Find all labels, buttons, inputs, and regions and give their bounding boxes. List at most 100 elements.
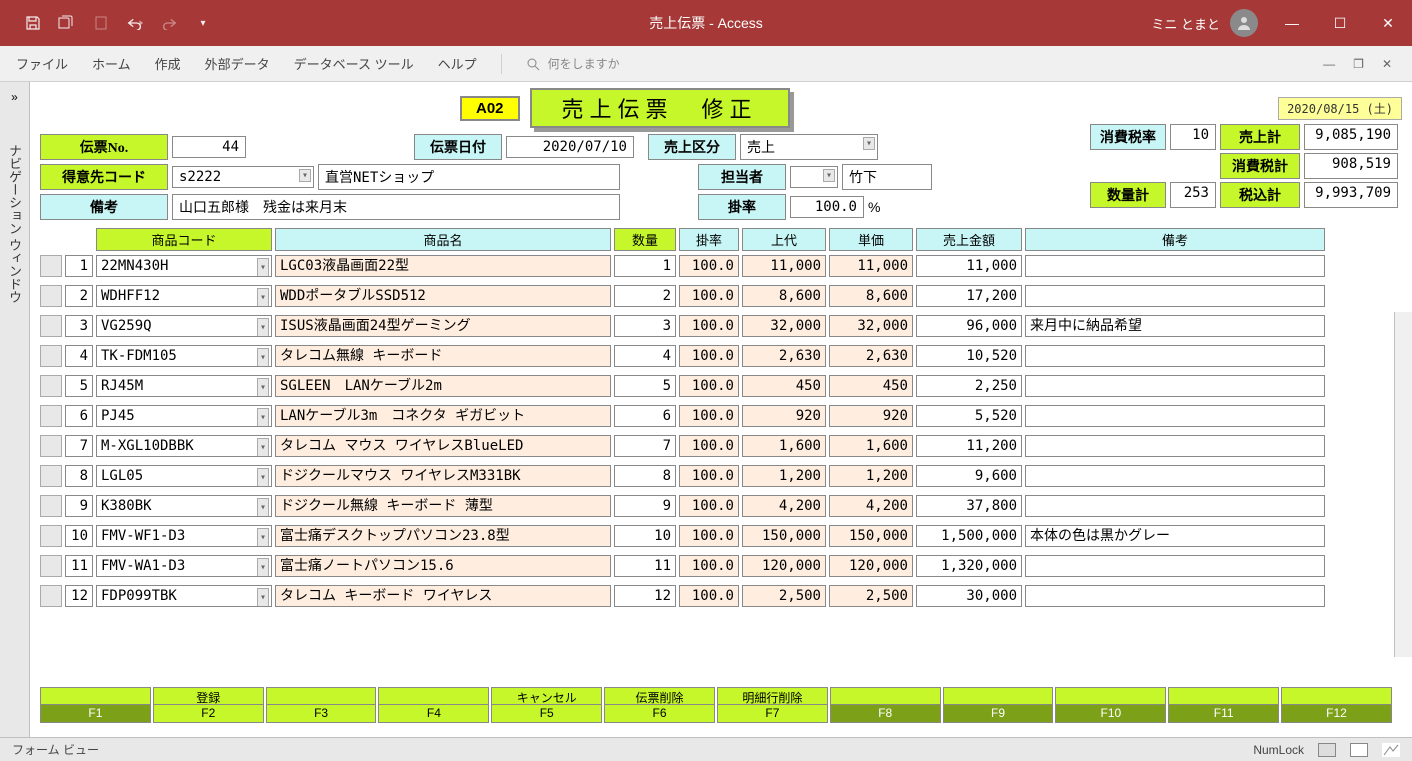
sales-type-field[interactable]: 売上: [740, 134, 878, 160]
row-selector[interactable]: [40, 465, 62, 487]
row-remark-field[interactable]: [1025, 405, 1325, 427]
fkey-label[interactable]: [40, 687, 151, 705]
product-code-field[interactable]: LGL05: [96, 465, 272, 487]
ribbon-tab-create[interactable]: 作成: [155, 54, 181, 73]
row-selector[interactable]: [40, 525, 62, 547]
product-code-field[interactable]: 22MN430H: [96, 255, 272, 277]
ribbon-tab-home[interactable]: ホーム: [92, 54, 131, 73]
unit-price-field[interactable]: 920: [829, 405, 913, 427]
navpane-toggle-icon[interactable]: »: [11, 90, 18, 104]
fkey-F9[interactable]: F9: [943, 705, 1054, 723]
list-price-field[interactable]: 32,000: [742, 315, 826, 337]
product-name-field[interactable]: ドジクールマウス ワイヤレスM331BK: [275, 465, 611, 487]
qty-field[interactable]: 4: [614, 345, 676, 367]
unit-price-field[interactable]: 2,500: [829, 585, 913, 607]
product-code-field[interactable]: M-XGL10DBBK: [96, 435, 272, 457]
fkey-F10[interactable]: F10: [1055, 705, 1166, 723]
fkey-label[interactable]: キャンセル: [491, 687, 602, 705]
slip-date-field[interactable]: 2020/07/10: [506, 136, 634, 158]
rate-field[interactable]: 100.0: [679, 465, 739, 487]
qty-field[interactable]: 7: [614, 435, 676, 457]
minimize-button[interactable]: —: [1268, 0, 1316, 46]
fkey-F12[interactable]: F12: [1281, 705, 1392, 723]
row-remark-field[interactable]: [1025, 285, 1325, 307]
fkey-F8[interactable]: F8: [830, 705, 941, 723]
fkey-label[interactable]: 登録: [153, 687, 264, 705]
fkey-label[interactable]: [830, 687, 941, 705]
list-price-field[interactable]: 8,600: [742, 285, 826, 307]
ribbon-tab-help[interactable]: ヘルプ: [438, 54, 477, 73]
row-remark-field[interactable]: [1025, 435, 1325, 457]
fkey-F6[interactable]: F6: [604, 705, 715, 723]
qty-field[interactable]: 8: [614, 465, 676, 487]
rate-field[interactable]: 100.0: [679, 285, 739, 307]
list-price-field[interactable]: 120,000: [742, 555, 826, 577]
list-price-field[interactable]: 150,000: [742, 525, 826, 547]
rate-field[interactable]: 100.0: [679, 375, 739, 397]
qty-field[interactable]: 1: [614, 255, 676, 277]
row-remark-field[interactable]: [1025, 495, 1325, 517]
row-selector[interactable]: [40, 375, 62, 397]
row-selector[interactable]: [40, 405, 62, 427]
row-remark-field[interactable]: [1025, 375, 1325, 397]
redo-icon[interactable]: [160, 14, 178, 32]
layout-view-icon[interactable]: [1382, 743, 1400, 757]
row-selector[interactable]: [40, 255, 62, 277]
product-code-field[interactable]: WDHFF12: [96, 285, 272, 307]
user-avatar-icon[interactable]: [1230, 9, 1258, 37]
row-remark-field[interactable]: [1025, 585, 1325, 607]
unit-price-field[interactable]: 1,200: [829, 465, 913, 487]
fkey-label[interactable]: 伝票削除: [604, 687, 715, 705]
fkey-F7[interactable]: F7: [717, 705, 828, 723]
customer-code-field[interactable]: s2222: [172, 166, 314, 188]
list-price-field[interactable]: 1,200: [742, 465, 826, 487]
qty-field[interactable]: 12: [614, 585, 676, 607]
rate-field[interactable]: 100.0: [679, 405, 739, 427]
qty-field[interactable]: 11: [614, 555, 676, 577]
row-selector[interactable]: [40, 585, 62, 607]
row-remark-field[interactable]: 来月中に納品希望: [1025, 315, 1325, 337]
undo-icon[interactable]: [126, 14, 144, 32]
row-remark-field[interactable]: [1025, 255, 1325, 277]
close-button[interactable]: ✕: [1364, 0, 1412, 46]
fkey-F3[interactable]: F3: [266, 705, 377, 723]
qty-field[interactable]: 3: [614, 315, 676, 337]
list-price-field[interactable]: 920: [742, 405, 826, 427]
list-price-field[interactable]: 11,000: [742, 255, 826, 277]
ribbon-minimize-button[interactable]: —: [1323, 57, 1335, 71]
product-code-field[interactable]: FDP099TBK: [96, 585, 272, 607]
qty-field[interactable]: 2: [614, 285, 676, 307]
fkey-label[interactable]: [1168, 687, 1279, 705]
product-code-field[interactable]: VG259Q: [96, 315, 272, 337]
fkey-label[interactable]: [1055, 687, 1166, 705]
fkey-F4[interactable]: F4: [378, 705, 489, 723]
list-price-field[interactable]: 2,500: [742, 585, 826, 607]
rep-name-field[interactable]: 竹下: [842, 164, 932, 190]
ribbon-tab-external[interactable]: 外部データ: [205, 54, 270, 73]
remark-field[interactable]: 山口五郎様 残金は来月末: [172, 194, 620, 220]
product-code-field[interactable]: TK-FDM105: [96, 345, 272, 367]
fkey-label[interactable]: 明細行削除: [717, 687, 828, 705]
tax-rate-field[interactable]: 10: [1170, 124, 1216, 150]
unit-price-field[interactable]: 1,600: [829, 435, 913, 457]
product-name-field[interactable]: 富士痛デスクトップパソコン23.8型: [275, 525, 611, 547]
row-selector[interactable]: [40, 345, 62, 367]
ribbon-tab-dbtools[interactable]: データベース ツール: [294, 54, 414, 73]
product-name-field[interactable]: 富士痛ノートパソコン15.6: [275, 555, 611, 577]
rate-field[interactable]: 100.0: [679, 495, 739, 517]
unit-price-field[interactable]: 11,000: [829, 255, 913, 277]
row-remark-field[interactable]: [1025, 555, 1325, 577]
list-price-field[interactable]: 4,200: [742, 495, 826, 517]
list-price-field[interactable]: 1,600: [742, 435, 826, 457]
product-code-field[interactable]: RJ45M: [96, 375, 272, 397]
list-price-field[interactable]: 2,630: [742, 345, 826, 367]
maximize-button[interactable]: ☐: [1316, 0, 1364, 46]
product-code-field[interactable]: FMV-WF1-D3: [96, 525, 272, 547]
product-name-field[interactable]: LANケーブル3m コネクタ ギガビット: [275, 405, 611, 427]
save-icon[interactable]: [24, 14, 42, 32]
customer-name-field[interactable]: 直営NETショップ: [318, 164, 620, 190]
rate-field[interactable]: 100.0: [679, 525, 739, 547]
product-name-field[interactable]: WDDポータブルSSD512: [275, 285, 611, 307]
unit-price-field[interactable]: 450: [829, 375, 913, 397]
unit-price-field[interactable]: 2,630: [829, 345, 913, 367]
